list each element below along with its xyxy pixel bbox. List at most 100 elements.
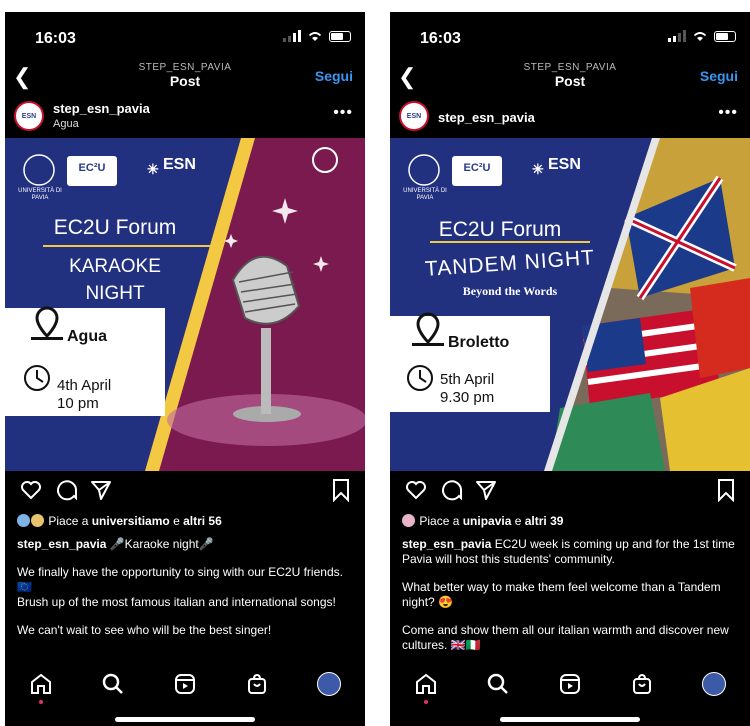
poster-time: 9.30 pm xyxy=(440,389,495,406)
bottom-tab-bar xyxy=(5,664,365,704)
poster-event-title-line1: KARAOKE xyxy=(69,256,161,277)
liker-avatar xyxy=(17,514,30,527)
post-caption: step_esn_pavia 🎤Karaoke night🎤 We finall… xyxy=(17,537,357,638)
caption-line: Brush up of the most famous italian and … xyxy=(17,595,336,609)
caption-line: Come and show them all our italian warmt… xyxy=(402,623,729,652)
shop-icon[interactable] xyxy=(630,672,654,696)
status-icons xyxy=(283,30,351,42)
home-indicator[interactable] xyxy=(500,717,640,722)
profile-icon[interactable] xyxy=(702,672,726,696)
phone-screen-tandem: 16:03 ❮ STEP_ESN_PAVIA Post Segui ESN st… xyxy=(390,12,750,726)
profile-icon[interactable] xyxy=(317,672,341,696)
search-icon[interactable] xyxy=(486,672,510,696)
likes-prefix: Piace a xyxy=(48,514,92,528)
likes-others[interactable]: altri 39 xyxy=(525,514,564,528)
caption-username[interactable]: step_esn_pavia xyxy=(17,537,106,551)
likes-user[interactable]: universitiamo xyxy=(92,514,170,528)
status-time: 16:03 xyxy=(420,30,461,47)
nav-main-title: Post xyxy=(169,73,201,89)
post-caption: step_esn_pavia EC2U week is coming up an… xyxy=(402,537,742,653)
nav-title: STEP_ESN_PAVIA Post xyxy=(5,62,365,89)
post-image[interactable]: ✳ UNIVERSITÀ DI PAVIA EC²U ESN EC2U Foru… xyxy=(390,138,750,471)
battery-icon xyxy=(329,30,351,42)
nav-subtitle: STEP_ESN_PAVIA xyxy=(523,62,617,73)
caption-username[interactable]: step_esn_pavia xyxy=(402,537,491,551)
post-header: ESN step_esn_pavia ••• xyxy=(390,98,750,140)
poster-event-subtitle: Beyond the Words xyxy=(462,284,558,298)
poster-venue: Broletto xyxy=(448,334,510,351)
phone-screen-karaoke: 16:03 ❮ STEP_ESN_PAVIA Post Segui ESN st… xyxy=(5,12,365,726)
likes-others[interactable]: altri 56 xyxy=(183,514,222,528)
post-actions xyxy=(5,478,365,508)
bookmark-icon[interactable] xyxy=(331,478,351,502)
esn-logo-text: ESN xyxy=(548,156,581,173)
home-icon[interactable] xyxy=(414,672,438,704)
ec2u-logo-text: EC²U xyxy=(78,162,106,174)
heart-icon[interactable] xyxy=(404,478,428,502)
share-icon[interactable] xyxy=(474,478,498,502)
likes-row[interactable]: Piace a universitiamo e altri 56 xyxy=(17,514,357,528)
home-icon[interactable] xyxy=(29,672,53,704)
post-username[interactable]: step_esn_pavia xyxy=(438,110,535,125)
nav-bar: ❮ STEP_ESN_PAVIA Post Segui xyxy=(5,62,365,96)
avatar[interactable]: ESN xyxy=(14,101,44,131)
post-actions xyxy=(390,478,750,508)
poster-event-title-line2: NIGHT xyxy=(85,283,145,304)
wifi-icon xyxy=(308,32,322,41)
poster-date: 4th April xyxy=(57,377,112,394)
status-icons xyxy=(668,30,736,42)
more-icon[interactable]: ••• xyxy=(333,104,353,122)
esn-logo-text: ESN xyxy=(163,156,196,173)
caption-line: We finally have the opportunity to sing … xyxy=(17,565,343,594)
liker-avatar xyxy=(31,514,44,527)
status-bar: 16:03 xyxy=(5,12,365,62)
follow-button[interactable]: Segui xyxy=(315,68,353,84)
more-icon[interactable]: ••• xyxy=(718,104,738,122)
home-indicator[interactable] xyxy=(115,717,255,722)
nav-subtitle: STEP_ESN_PAVIA xyxy=(138,62,232,73)
poster-forum-title: EC2U Forum xyxy=(53,216,177,239)
svg-text:✳: ✳ xyxy=(532,161,544,177)
liker-avatar xyxy=(402,514,415,527)
share-icon[interactable] xyxy=(89,478,113,502)
follow-button[interactable]: Segui xyxy=(700,68,738,84)
likes-middle: e xyxy=(511,514,525,528)
poster-date: 5th April xyxy=(440,371,495,388)
ec2u-logo-text: EC²U xyxy=(463,162,491,174)
likes-middle: e xyxy=(169,514,184,528)
status-bar: 16:03 xyxy=(390,12,750,62)
poster-forum-title: EC2U Forum xyxy=(438,218,562,241)
reels-icon[interactable] xyxy=(173,672,197,696)
university-logo-text: UNIVERSITÀ DI PAVIA xyxy=(18,188,62,201)
likes-row[interactable]: Piace a unipavia e altri 39 xyxy=(402,514,742,528)
wifi-icon xyxy=(693,32,707,41)
battery-icon xyxy=(714,30,736,42)
post-header: ESN step_esn_pavia Agua ••• xyxy=(5,98,365,140)
caption-first-line: 🎤Karaoke night🎤 xyxy=(106,537,214,551)
search-icon[interactable] xyxy=(101,672,125,696)
heart-icon[interactable] xyxy=(19,478,43,502)
bottom-tab-bar xyxy=(390,664,750,704)
poster-venue: Agua xyxy=(67,328,107,345)
poster-time: 10 pm xyxy=(57,395,99,412)
reels-icon[interactable] xyxy=(558,672,582,696)
nav-main-title: Post xyxy=(554,73,586,89)
likes-user[interactable]: unipavia xyxy=(463,514,512,528)
post-image[interactable]: ✳ UNIVERSITÀ DI PAVIA EC²U ESN EC2U Foru… xyxy=(5,138,365,471)
university-logo-text: UNIVERSITÀ DI PAVIA xyxy=(403,188,447,201)
svg-text:✳: ✳ xyxy=(147,161,159,177)
comment-icon[interactable] xyxy=(55,478,79,502)
status-time: 16:03 xyxy=(35,30,76,47)
likes-prefix: Piace a xyxy=(419,514,463,528)
caption-line: We can't wait to see who will be the bes… xyxy=(17,623,272,637)
post-location[interactable]: Agua xyxy=(53,118,79,130)
bookmark-icon[interactable] xyxy=(716,478,736,502)
post-username[interactable]: step_esn_pavia xyxy=(53,101,150,116)
shop-icon[interactable] xyxy=(245,672,269,696)
caption-line: What better way to make them feel welcom… xyxy=(402,580,721,609)
comment-icon[interactable] xyxy=(440,478,464,502)
nav-title: STEP_ESN_PAVIA Post xyxy=(390,62,750,89)
nav-bar: ❮ STEP_ESN_PAVIA Post Segui xyxy=(390,62,750,96)
avatar[interactable]: ESN xyxy=(399,101,429,131)
signal-icon xyxy=(283,30,301,42)
